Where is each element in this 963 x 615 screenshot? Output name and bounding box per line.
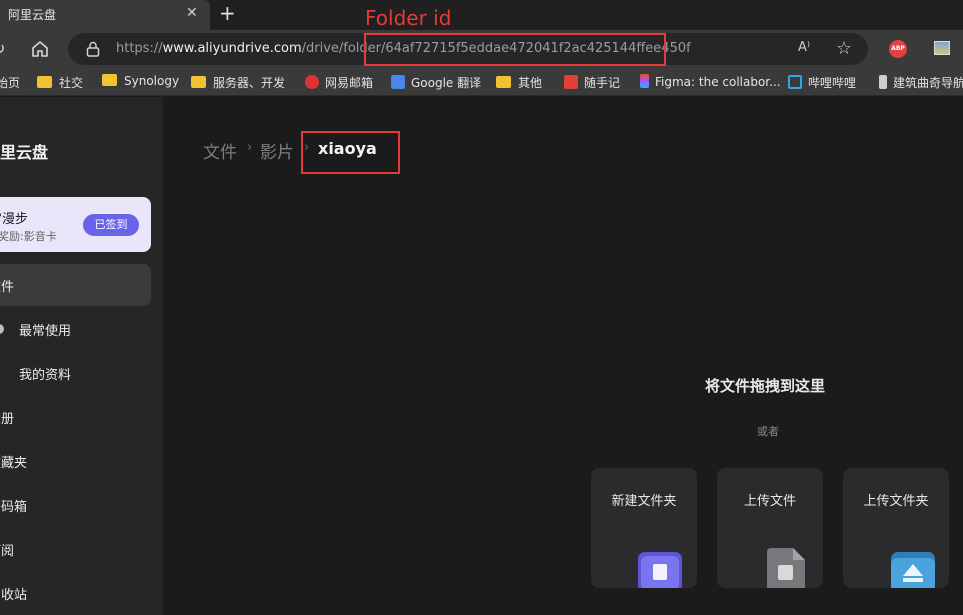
home-icon[interactable] (30, 39, 50, 59)
upload-folder-icon (891, 552, 935, 588)
bookmark-label: Figma: the collabor... (655, 75, 781, 89)
url-domain: www.aliyundrive.com (162, 41, 302, 56)
sidebar: 阿里云盘 宇宙漫步 今日奖励:影音卡 已签到 文件 最常使用 我的资料 相册 收… (0, 97, 163, 615)
dropzone-or: 或者 (757, 425, 779, 438)
bookmark-item[interactable]: Google 翻译 (391, 74, 481, 91)
folder-icon (191, 76, 206, 88)
bookmark-item[interactable]: 服务器、开发 (191, 74, 285, 91)
site-icon (879, 75, 887, 89)
google-translate-icon (391, 75, 405, 89)
extension-image-icon[interactable] (934, 41, 950, 55)
breadcrumb-root[interactable]: 文件 (203, 138, 237, 163)
netease-icon (305, 75, 319, 89)
bookmark-label: Google 翻译 (411, 76, 482, 90)
favorite-star-icon[interactable]: ☆ (836, 38, 852, 59)
bookmark-item[interactable]: Synology (102, 74, 179, 88)
sidebar-item-albums[interactable]: 相册 (0, 408, 14, 427)
annotation-box-folder-name (301, 131, 400, 174)
bookmark-label: 哔哩哔哩 (808, 76, 857, 90)
new-folder-button[interactable]: 新建文件夹 (591, 468, 697, 588)
tab-aliyundrive[interactable]: 阿里云盘 ✕ (0, 0, 210, 30)
annotation-label: Folder id (365, 6, 452, 30)
sidebar-item-files-active-bg (0, 264, 151, 306)
upload-file-icon (767, 548, 805, 588)
folder-icon (102, 74, 117, 86)
folder-icon (37, 76, 52, 88)
bookmark-item[interactable]: 始页 (0, 74, 20, 91)
breadcrumb-middle[interactable]: 影片 (260, 138, 294, 163)
daily-checkin-card[interactable]: 宇宙漫步 今日奖励:影音卡 已签到 (0, 197, 151, 252)
suishouji-icon (564, 75, 578, 89)
sidebar-item-recycle-bin[interactable]: 回收站 (0, 584, 27, 603)
card-subtitle: 今日奖励:影音卡 (0, 230, 57, 243)
card-title: 宇宙漫步 (0, 212, 29, 227)
bookmark-item[interactable]: 哔哩哔哩 (788, 74, 856, 91)
new-tab-icon[interactable]: + (219, 1, 236, 25)
app-logo: 阿里云盘 (0, 143, 49, 162)
bookmark-item[interactable]: 其他 (496, 74, 542, 91)
bookmark-item[interactable]: 网易邮箱 (305, 74, 373, 91)
bookmarks-bar: 始页 社交 Synology 服务器、开发 网易邮箱 Google 翻译 其他 … (0, 68, 963, 96)
bookmark-label: Synology (124, 74, 180, 88)
sidebar-item-files[interactable]: 文件 (0, 276, 14, 295)
breadcrumb-separator: › (247, 140, 253, 155)
bookmark-item[interactable]: 社交 (37, 74, 83, 91)
bilibili-icon (788, 75, 802, 89)
sidebar-item-subscriptions[interactable]: 订阅 (0, 540, 14, 559)
tab-strip: 阿里云盘 ✕ + (0, 0, 963, 30)
bookmark-label: 网易邮箱 (325, 76, 374, 90)
bookmark-label: 建筑曲奇导航 (893, 76, 963, 90)
sidebar-item-safe-box[interactable]: 密码箱 (0, 496, 27, 515)
bookmark-label: 随手记 (584, 76, 621, 90)
adblock-plus-icon[interactable]: ABP (889, 40, 907, 58)
sidebar-item-frequent[interactable]: 最常使用 (19, 320, 71, 339)
recent-icon (0, 324, 4, 334)
read-aloud-icon[interactable]: A⁾ (798, 40, 810, 55)
bookmark-label: 其他 (518, 76, 543, 90)
upload-folder-button[interactable]: 上传文件夹 (843, 468, 949, 588)
main-content: 文件 › 影片 › xiaoya 将文件拖拽到这里 或者 新建文件夹 上传文件 … (163, 97, 963, 615)
url-prefix: https:// (116, 41, 163, 56)
bookmark-item[interactable]: 建筑曲奇导航 (879, 74, 963, 91)
refresh-icon[interactable]: ↻ (0, 39, 5, 58)
bookmark-label: 服务器、开发 (213, 76, 286, 90)
action-label: 上传文件 (743, 494, 796, 509)
bookmark-item[interactable]: Figma: the collabor... (640, 74, 781, 89)
upload-file-button[interactable]: 上传文件 (717, 468, 823, 588)
action-label: 新建文件夹 (611, 494, 677, 509)
checked-in-button[interactable]: 已签到 (83, 214, 139, 236)
bookmark-label: 社交 (59, 76, 84, 90)
bookmark-item[interactable]: 随手记 (564, 74, 620, 91)
tab-title: 阿里云盘 (8, 8, 57, 22)
dropzone-title: 将文件拖拽到这里 (705, 377, 826, 395)
sidebar-item-favorites[interactable]: 收藏夹 (0, 452, 27, 471)
bookmark-label: 始页 (0, 76, 21, 90)
annotation-box-folder-id (364, 33, 666, 66)
action-label: 上传文件夹 (863, 494, 929, 509)
new-folder-icon (638, 552, 682, 588)
folder-icon (496, 76, 511, 88)
lock-icon[interactable] (86, 41, 100, 57)
close-icon[interactable]: ✕ (186, 5, 198, 21)
sidebar-item-my-resources[interactable]: 我的资料 (19, 364, 71, 383)
figma-icon (640, 74, 649, 88)
